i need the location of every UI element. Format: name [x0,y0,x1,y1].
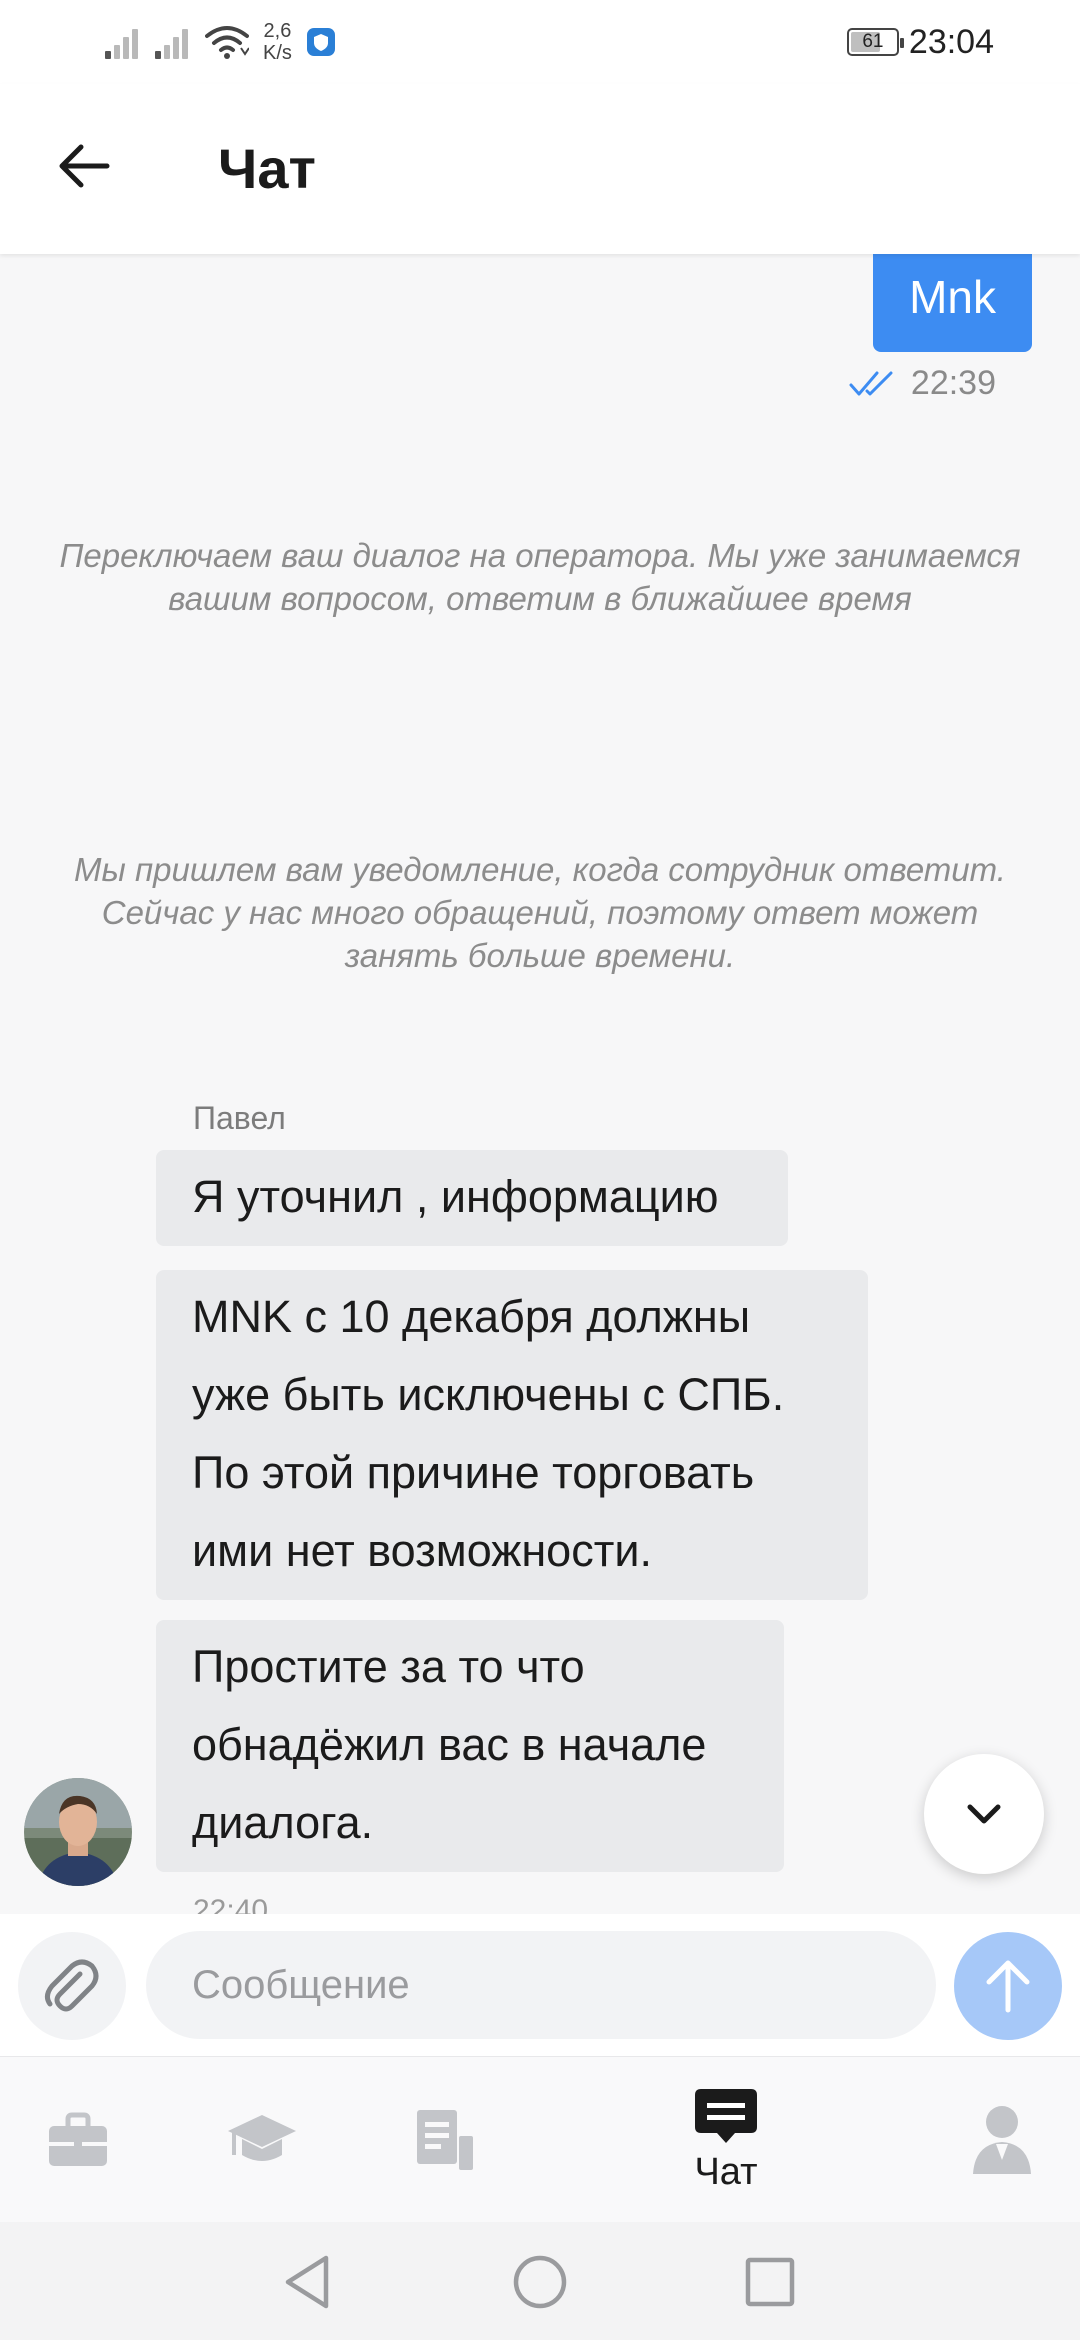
chat-icon [695,2088,757,2143]
nav-item-documents[interactable] [406,2057,486,2223]
paperclip-icon [44,1959,99,2012]
system-message: Переключаем ваш диалог на оператора. Мы … [59,537,1021,617]
status-left: 2,6 K/s [105,20,336,64]
page-title: Чат [218,137,316,200]
app-header: Чат [0,84,1080,254]
square-recents-icon [745,2257,795,2307]
wifi-icon [205,26,249,59]
nav-item-profile[interactable] [962,2057,1042,2223]
triangle-back-icon [285,2255,329,2309]
outgoing-message[interactable]: Mnk [873,254,1032,352]
chat-messages[interactable]: Mnk 22:39 Переключаем ваш диалог на опер… [0,254,1080,1914]
status-bar: 2,6 K/s 61 23:04 [0,0,1080,84]
arrow-up-icon [986,1960,1030,2013]
avatar[interactable] [24,1778,132,1886]
cell-signal-icon [105,25,141,59]
status-time: 23:04 [908,22,994,61]
cell-signal-2-icon [155,25,191,59]
shield-icon [306,28,335,56]
system-recents-button[interactable] [740,2252,800,2312]
outgoing-message-meta: 22:39 [849,364,996,403]
bottom-navigation: Чат [0,2056,1080,2222]
outgoing-message-time: 22:39 [910,364,996,402]
graduation-cap-icon [228,2115,296,2161]
message-input[interactable] [146,1931,936,2039]
arrow-left-icon [59,144,110,188]
battery-level: 61 [862,31,884,52]
sender-name: Павел [193,1100,286,1136]
system-navigation-bar [0,2222,1080,2340]
incoming-message[interactable]: Я уточнил , информацию [156,1150,788,1246]
incoming-message-time: 22:40 [193,1894,269,1914]
nav-item-chat[interactable]: Чат [676,2057,776,2223]
operator-photo [24,1778,132,1886]
network-speed-unit: K/s [263,42,292,64]
network-speed: 2,6 K/s [263,20,292,64]
nav-item-portfolio[interactable] [38,2057,118,2223]
double-check-icon [849,371,893,395]
back-button[interactable] [52,134,116,198]
battery-icon: 61 [846,28,904,56]
status-right: 61 23:04 [846,20,994,64]
scroll-to-bottom-button[interactable] [924,1754,1044,1874]
chevron-down-icon [967,1804,1001,1824]
system-back-button[interactable] [278,2252,338,2312]
network-speed-value: 2,6 [263,20,292,42]
briefcase-icon [49,2112,107,2166]
document-icon [417,2110,473,2170]
nav-item-learning[interactable] [222,2057,302,2223]
incoming-message[interactable]: MNK с 10 декабря должны уже быть исключе… [156,1270,868,1600]
circle-home-icon [513,2255,567,2309]
nav-item-chat-label: Чат [694,2150,758,2193]
message-composer [0,1914,1080,2056]
send-button[interactable] [954,1932,1062,2040]
profile-icon [973,2106,1031,2174]
system-home-button[interactable] [510,2252,570,2312]
incoming-message[interactable]: Простите за то что обнадёжил вас в начал… [156,1620,784,1872]
system-message: Мы пришлем вам уведомление, когда сотруд… [74,851,1006,974]
attach-button[interactable] [18,1932,126,2040]
